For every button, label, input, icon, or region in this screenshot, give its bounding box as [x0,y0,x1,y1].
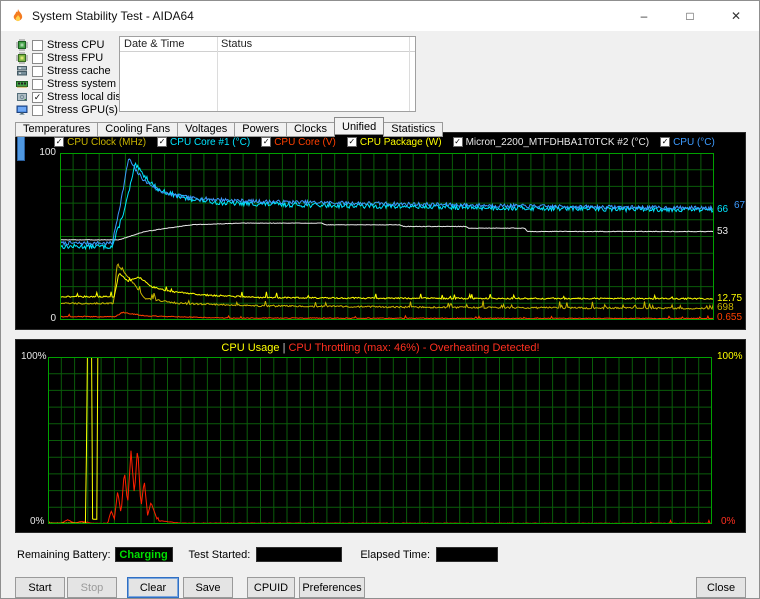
log-table-header: Date & Time Status [120,37,415,52]
stress-disks-row[interactable]: ✓ Stress local disks [16,91,132,103]
column-divider [409,37,410,111]
status-bar: Remaining Battery: Charging Test Started… [17,547,499,562]
legend-item-cpu-core-voltage[interactable]: ✓ CPU Core (V) [261,137,336,148]
stress-fpu-label: Stress FPU [47,52,104,64]
close-window-button[interactable]: ✕ [713,1,759,31]
stress-cache-label: Stress cache [47,65,111,77]
checkbox-icon[interactable]: ✓ [157,137,168,147]
cpu-usage-plot [48,357,712,524]
stress-cache-checkbox[interactable] [32,65,43,77]
y-axis-min-label: 0 [50,313,56,324]
checkbox-icon[interactable]: ✓ [660,137,671,147]
cpu-usage-chart-title: CPU Usage | CPU Throttling (max: 46%) - … [16,342,745,354]
maximize-button[interactable]: □ [667,1,713,31]
test-started-value [256,547,343,562]
memory-icon [16,81,28,88]
tab-statistics[interactable]: Statistics [383,122,444,137]
elapsed-time-value [436,547,499,562]
cache-icon [17,66,27,76]
legend-label-cpu-clock: CPU Clock (MHz) [67,136,147,148]
usage-left-max-label: 100% [21,351,47,362]
minimize-button[interactable]: – [621,1,667,31]
window-title: System Stability Test - AIDA64 [32,9,194,23]
title-separator: | [282,342,286,354]
stress-gpu-checkbox[interactable] [32,104,43,116]
current-value-cpu-core1-temp: 66 [717,203,729,215]
stress-fpu-row[interactable]: Stress FPU [16,52,131,64]
event-log-table: Date & Time Status [119,36,416,112]
cpu-icon [16,39,28,51]
cpuid-button[interactable]: CPUID [247,577,295,598]
current-value-cpu-temp: 67 [734,199,746,211]
column-divider [217,37,218,111]
checkbox-icon[interactable]: ✓ [261,137,272,147]
tab-clocks[interactable]: Clocks [285,122,335,137]
test-started-label: Test Started: [188,548,251,561]
fpu-icon [16,52,28,64]
aida64-flame-icon [13,9,23,22]
stress-gpu-label: Stress GPU(s) [47,104,118,116]
stress-disks-checkbox[interactable]: ✓ [32,91,43,103]
legend-label-cpu-core1-temp: CPU Core #1 (°C) [170,136,251,148]
checkbox-icon[interactable]: ✓ [346,137,357,147]
stress-memory-row[interactable]: Stress system memory [16,78,159,90]
legend-item-cpu-temp[interactable]: ✓ CPU (°C) [660,137,715,148]
chart-scrollbar-thumb[interactable] [17,135,25,161]
system-stability-test-window: System Stability Test - AIDA64 – □ ✕ Str… [0,0,760,599]
tab-voltages[interactable]: Voltages [177,122,236,137]
column-header-status[interactable]: Status [217,38,409,50]
throttling-right-min-label: 0% [721,516,736,527]
legend-label-ssd-temp: Micron_2200_MTFDHBA1T0TCK #2 (°C) [465,136,650,148]
chart-tabs: Temperatures Cooling Fans Voltages Power… [15,117,444,137]
save-button[interactable]: Save [183,577,233,598]
tab-temperatures[interactable]: Temperatures [15,122,99,137]
clear-button[interactable]: Clear [127,577,179,598]
stress-cache-row[interactable]: Stress cache [16,65,131,77]
battery-label: Remaining Battery: [17,548,111,561]
usage-right-max-label: 100% [717,351,743,362]
stress-memory-checkbox[interactable] [32,78,43,90]
preferences-button[interactable]: Preferences [299,577,365,598]
stress-cpu-row[interactable]: Stress CPU [16,39,131,51]
tab-cooling-fans[interactable]: Cooling Fans [97,122,179,137]
battery-status-value: Charging [114,547,173,562]
legend-label-cpu-temp: CPU (°C) [673,136,715,148]
gpu-icon [16,105,28,115]
elapsed-time-label: Elapsed Time: [360,548,431,561]
unified-chart-plot [60,153,714,320]
stress-gpu-row[interactable]: Stress GPU(s) [16,104,131,116]
window-controls: – □ ✕ [621,1,759,31]
close-button[interactable]: Close [696,577,746,598]
cpu-usage-title-text: CPU Usage [221,342,280,354]
titlebar[interactable]: System Stability Test - AIDA64 – □ ✕ [1,1,759,31]
usage-left-min-label: 0% [30,516,45,527]
cpu-usage-chart-panel: CPU Usage | CPU Throttling (max: 46%) - … [15,339,746,533]
tab-powers[interactable]: Powers [234,122,287,137]
legend-label-cpu-core-voltage: CPU Core (V) [274,136,336,148]
column-header-date-time[interactable]: Date & Time [120,38,217,50]
stress-options-panel: Stress CPU Stress FPU Stress cache Stres… [16,39,159,117]
throttling-alert-text: CPU Throttling (max: 46%) - Overheating … [288,342,540,354]
current-value-cpu-core-voltage: 0.655 [717,312,743,324]
disk-icon [17,93,27,101]
legend-label-cpu-package-power: CPU Package (W) [359,136,442,148]
unified-chart-panel: ✓ CPU Clock (MHz) ✓ CPU Core #1 (°C) ✓ C… [15,132,746,330]
checkbox-icon[interactable]: ✓ [54,137,65,147]
checkbox-icon[interactable]: ✓ [452,137,463,147]
stop-button[interactable]: Stop [67,577,117,598]
stress-fpu-checkbox[interactable] [32,52,43,64]
tab-unified[interactable]: Unified [334,117,385,135]
legend-item-cpu-package-power[interactable]: ✓ CPU Package (W) [346,136,442,148]
legend-item-ssd-temp[interactable]: ✓ Micron_2200_MTFDHBA1T0TCK #2 (°C) [452,136,650,148]
legend-item-cpu-clock[interactable]: ✓ CPU Clock (MHz) [54,137,146,148]
client-area: Stress CPU Stress FPU Stress cache Stres… [1,31,759,598]
current-value-ssd-temp: 53 [717,225,729,237]
legend-item-cpu-core1-temp[interactable]: ✓ CPU Core #1 (°C) [157,137,250,148]
stress-cpu-checkbox[interactable] [32,39,43,51]
y-axis-max-label: 100 [39,147,56,158]
start-button[interactable]: Start [15,577,65,598]
unified-chart-legend: ✓ CPU Clock (MHz) ✓ CPU Core #1 (°C) ✓ C… [28,135,741,149]
stress-cpu-label: Stress CPU [47,39,105,51]
